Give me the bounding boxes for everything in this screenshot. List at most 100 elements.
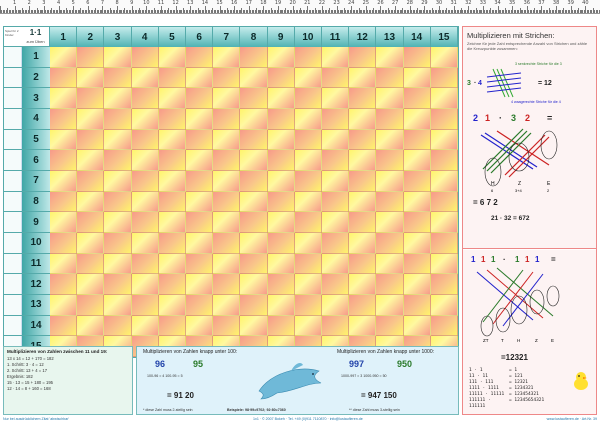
table-cell[interactable]: [240, 212, 268, 233]
table-cell[interactable]: [376, 274, 404, 295]
table-cell[interactable]: [240, 67, 268, 89]
table-cell[interactable]: [213, 274, 241, 295]
table-cell[interactable]: [376, 212, 404, 233]
table-cell[interactable]: [349, 212, 377, 233]
table-cell[interactable]: [322, 253, 350, 275]
table-cell[interactable]: [104, 274, 132, 295]
table-cell[interactable]: [294, 212, 322, 233]
table-cell[interactable]: [322, 88, 350, 109]
table-cell[interactable]: [77, 274, 105, 295]
table-cell[interactable]: [267, 47, 295, 68]
table-cell[interactable]: [376, 88, 404, 109]
table-cell[interactable]: [294, 191, 322, 213]
table-cell[interactable]: [430, 109, 458, 130]
table-cell[interactable]: [158, 191, 186, 213]
table-cell[interactable]: [403, 274, 431, 295]
table-cell[interactable]: [240, 150, 268, 171]
table-cell[interactable]: [186, 47, 214, 68]
table-cell[interactable]: [294, 129, 322, 151]
table-cell[interactable]: [186, 233, 214, 254]
table-cell[interactable]: [50, 88, 78, 109]
table-cell[interactable]: [267, 253, 295, 275]
table-cell[interactable]: [322, 129, 350, 151]
table-cell[interactable]: [376, 47, 404, 68]
table-cell[interactable]: [50, 191, 78, 213]
table-cell[interactable]: [267, 109, 295, 130]
table-cell[interactable]: [77, 191, 105, 213]
table-cell[interactable]: [430, 233, 458, 254]
table-cell[interactable]: [322, 47, 350, 68]
table-cell[interactable]: [104, 150, 132, 171]
table-cell[interactable]: [50, 129, 78, 151]
table-cell[interactable]: [376, 191, 404, 213]
table-cell[interactable]: [376, 295, 404, 316]
table-cell[interactable]: [376, 233, 404, 254]
table-cell[interactable]: [430, 295, 458, 316]
table-cell[interactable]: [430, 171, 458, 192]
table-cell[interactable]: [213, 212, 241, 233]
table-cell[interactable]: [403, 253, 431, 275]
table-cell[interactable]: [158, 67, 186, 89]
table-cell[interactable]: [131, 129, 159, 151]
table-cell[interactable]: [50, 150, 78, 171]
table-cell[interactable]: [376, 171, 404, 192]
table-cell[interactable]: [158, 295, 186, 316]
table-cell[interactable]: [158, 88, 186, 109]
table-cell[interactable]: [240, 233, 268, 254]
table-cell[interactable]: [403, 88, 431, 109]
table-cell[interactable]: [186, 109, 214, 130]
table-cell[interactable]: [131, 150, 159, 171]
table-cell[interactable]: [376, 67, 404, 89]
table-cell[interactable]: [158, 109, 186, 130]
table-cell[interactable]: [186, 129, 214, 151]
table-cell[interactable]: [294, 253, 322, 275]
table-cell[interactable]: [131, 47, 159, 68]
table-cell[interactable]: [403, 212, 431, 233]
table-cell[interactable]: [131, 171, 159, 192]
table-cell[interactable]: [104, 212, 132, 233]
table-cell[interactable]: [104, 233, 132, 254]
table-cell[interactable]: [403, 171, 431, 192]
table-cell[interactable]: [50, 315, 78, 337]
table-cell[interactable]: [131, 233, 159, 254]
table-cell[interactable]: [349, 67, 377, 89]
table-cell[interactable]: [131, 88, 159, 109]
table-cell[interactable]: [322, 109, 350, 130]
table-cell[interactable]: [267, 150, 295, 171]
table-cell[interactable]: [104, 171, 132, 192]
table-cell[interactable]: [213, 88, 241, 109]
table-cell[interactable]: [403, 191, 431, 213]
table-cell[interactable]: [240, 315, 268, 337]
table-cell[interactable]: [104, 253, 132, 275]
table-cell[interactable]: [240, 129, 268, 151]
table-cell[interactable]: [77, 47, 105, 68]
table-cell[interactable]: [349, 88, 377, 109]
table-cell[interactable]: [267, 191, 295, 213]
table-cell[interactable]: [267, 295, 295, 316]
table-cell[interactable]: [186, 67, 214, 89]
table-cell[interactable]: [322, 212, 350, 233]
table-cell[interactable]: [186, 274, 214, 295]
table-cell[interactable]: [376, 150, 404, 171]
table-cell[interactable]: [104, 295, 132, 316]
table-cell[interactable]: [213, 67, 241, 89]
table-cell[interactable]: [131, 109, 159, 130]
table-cell[interactable]: [430, 67, 458, 89]
table-cell[interactable]: [213, 109, 241, 130]
table-cell[interactable]: [349, 295, 377, 316]
table-cell[interactable]: [430, 88, 458, 109]
table-cell[interactable]: [403, 109, 431, 130]
table-cell[interactable]: [104, 109, 132, 130]
table-cell[interactable]: [430, 191, 458, 213]
table-cell[interactable]: [186, 315, 214, 337]
table-cell[interactable]: [186, 171, 214, 192]
table-cell[interactable]: [104, 67, 132, 89]
table-cell[interactable]: [430, 47, 458, 68]
table-cell[interactable]: [240, 47, 268, 68]
table-cell[interactable]: [376, 315, 404, 337]
table-cell[interactable]: [294, 109, 322, 130]
table-cell[interactable]: [267, 171, 295, 192]
table-cell[interactable]: [322, 171, 350, 192]
table-cell[interactable]: [403, 295, 431, 316]
table-cell[interactable]: [131, 67, 159, 89]
